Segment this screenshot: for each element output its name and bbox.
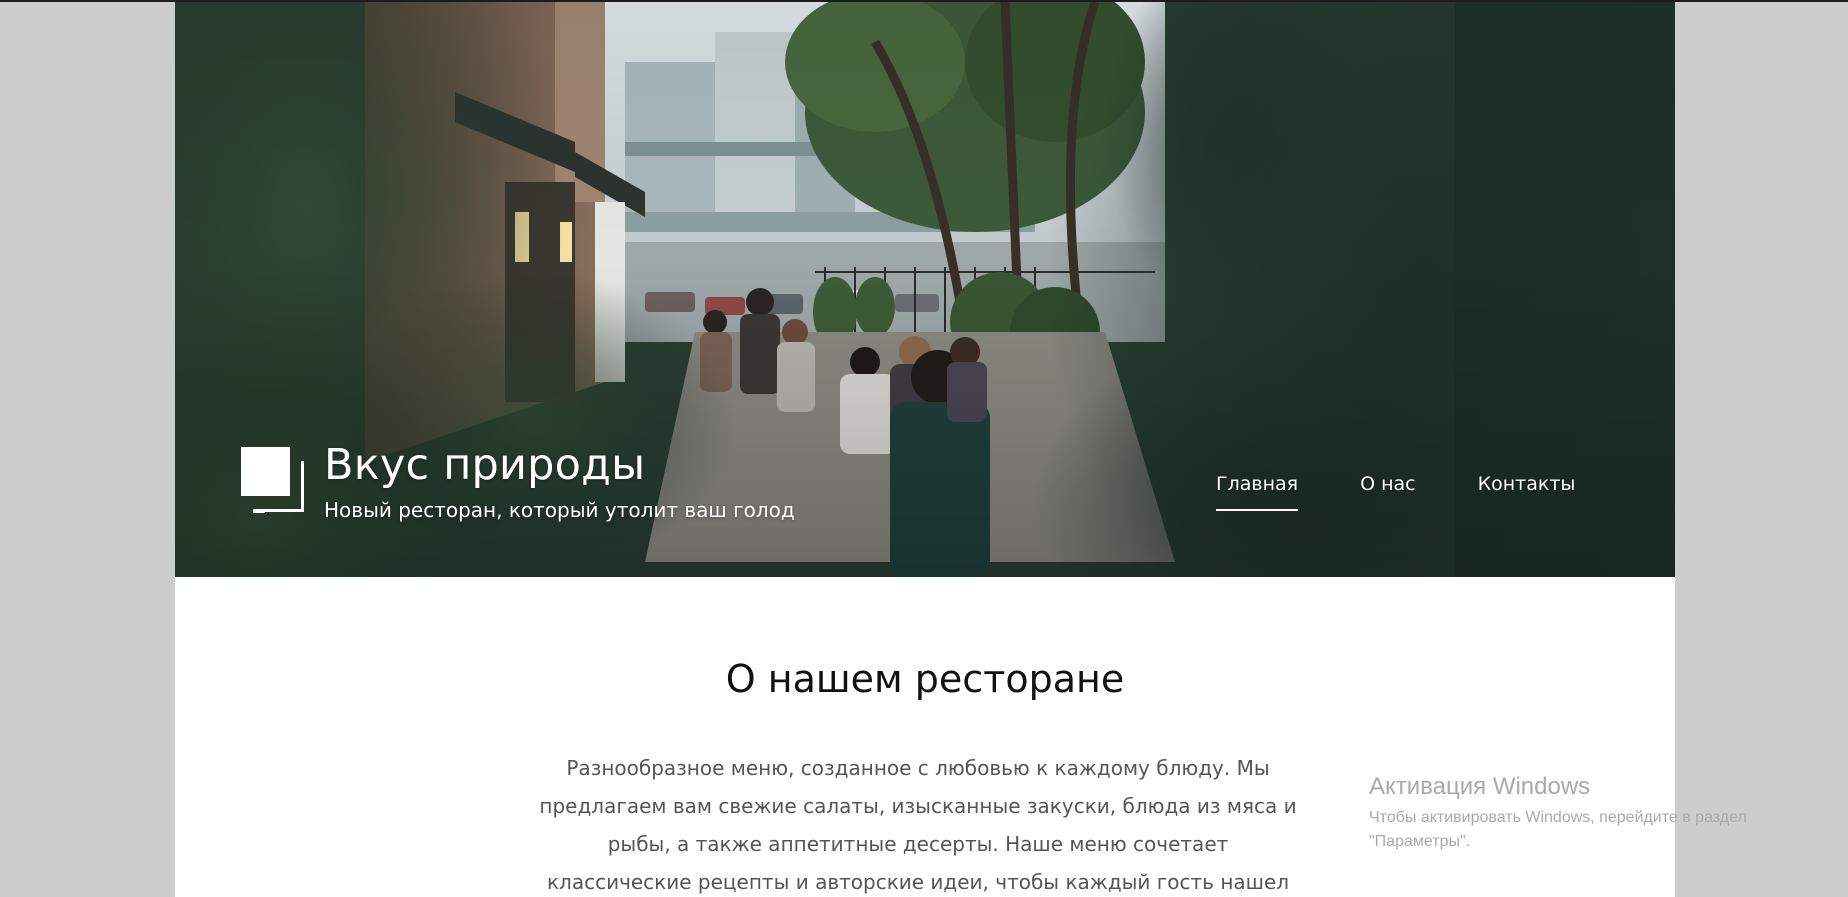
section-paragraph: Разнообразное меню, созданное с любовью … bbox=[539, 756, 1297, 894]
section-heading: О нашем ресторане bbox=[725, 657, 1125, 701]
site-title[interactable]: Вкус природы bbox=[324, 439, 795, 491]
nav-item-contacts[interactable]: Контакты bbox=[1478, 471, 1576, 511]
nav-item-home[interactable]: Главная bbox=[1216, 471, 1299, 511]
logo-icon[interactable] bbox=[241, 447, 307, 521]
site-branding[interactable]: Вкус природы Новый ресторан, который уто… bbox=[241, 439, 795, 523]
nav-item-about[interactable]: О нас bbox=[1360, 471, 1416, 511]
hero-header: Вкус природы Новый ресторан, который уто… bbox=[175, 2, 1675, 577]
branding-text: Вкус природы Новый ресторан, который уто… bbox=[324, 439, 795, 523]
site-tagline: Новый ресторан, который утолит ваш голод bbox=[324, 498, 795, 522]
about-section: О нашем ресторане Разнообразное меню, со… bbox=[175, 577, 1675, 897]
page: Вкус природы Новый ресторан, который уто… bbox=[175, 2, 1675, 897]
logo-square-back bbox=[253, 461, 304, 513]
main-navigation: Главная О нас Контакты bbox=[1216, 471, 1575, 511]
